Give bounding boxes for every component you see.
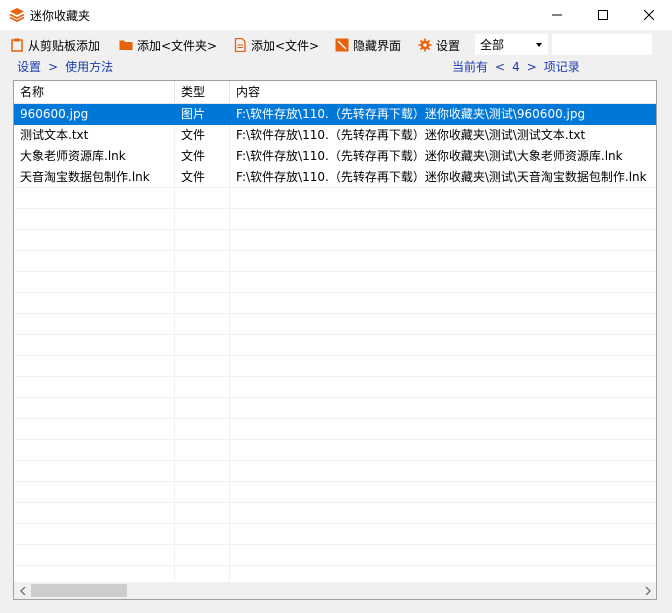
file-icon: [234, 38, 246, 52]
paste-label: 从剪贴板添加: [28, 38, 101, 53]
scroll-left-button[interactable]: [14, 582, 31, 599]
scrollbar-thumb[interactable]: [31, 584, 127, 597]
window-title: 迷你收藏夹: [30, 9, 91, 23]
row-gridline: [14, 208, 656, 209]
search-input[interactable]: [552, 34, 652, 55]
cell-type: 文件: [181, 128, 206, 142]
cell-type: 图片: [181, 107, 206, 121]
row-gridline: [14, 376, 656, 377]
horizontal-scrollbar[interactable]: [14, 582, 656, 599]
row-gridline: [14, 460, 656, 461]
breadcrumb: 设置 > 使用方法: [17, 58, 113, 75]
list-header: 名称 类型 内容: [14, 81, 656, 104]
settings-label: 设置: [436, 38, 461, 53]
list-row[interactable]: 测试文本.txt 文件 F:\软件存放\110.（先转存再下载）迷你收藏夹\测试…: [14, 125, 656, 146]
minimize-button[interactable]: [534, 0, 580, 30]
row-gridline: [14, 544, 656, 545]
prev-page-button[interactable]: <: [495, 60, 505, 74]
column-header-content[interactable]: 内容: [230, 81, 656, 103]
close-icon: [644, 10, 654, 20]
row-gridline: [14, 292, 656, 293]
add-file-button[interactable]: 添加<文件>: [233, 35, 319, 55]
filter-select[interactable]: 全部: [475, 34, 548, 55]
hide-label: 隐藏界面: [353, 38, 402, 53]
cell-type: 文件: [181, 170, 206, 184]
cell-content: F:\软件存放\110.（先转存再下载）迷你收藏夹\测试\960600.jpg: [236, 107, 586, 121]
close-button[interactable]: [626, 0, 672, 30]
row-gridline: [14, 313, 656, 314]
title-bar: 迷你收藏夹: [0, 0, 672, 30]
cell-content: F:\软件存放\110.（先转存再下载）迷你收藏夹\测试\测试文本.txt: [236, 128, 586, 142]
cell-content: F:\软件存放\110.（先转存再下载）迷你收藏夹\测试\大象老师资源库.lnk: [236, 149, 623, 163]
cell-name: 天音淘宝数据包制作.lnk: [20, 170, 150, 184]
maximize-button[interactable]: [580, 0, 626, 30]
next-page-button[interactable]: >: [527, 60, 537, 74]
chevron-right-icon: [645, 586, 651, 595]
row-gridline: [14, 250, 656, 251]
column-header-name[interactable]: 名称: [14, 81, 175, 103]
row-gridline: [14, 439, 656, 440]
row-gridline: [14, 481, 656, 482]
pager-prefix: 当前有: [452, 60, 489, 74]
hide-interface-button[interactable]: 隐藏界面: [335, 35, 401, 55]
row-gridline: [14, 523, 656, 524]
row-gridline: [14, 418, 656, 419]
cell-name: 测试文本.txt: [20, 128, 89, 142]
settings-link[interactable]: 设置: [17, 58, 41, 75]
cell-type: 文件: [181, 149, 206, 163]
folder-icon: [119, 40, 133, 50]
add-file-label: 添加<文件>: [251, 38, 320, 53]
list-row[interactable]: 天音淘宝数据包制作.lnk 文件 F:\软件存放\110.（先转存再下载）迷你收…: [14, 167, 656, 188]
settings-button[interactable]: 设置: [418, 35, 460, 55]
row-gridline: [14, 502, 656, 503]
chevron-left-icon: [19, 586, 25, 595]
list-row[interactable]: 960600.jpg 图片 F:\软件存放\110.（先转存再下载）迷你收藏夹\…: [14, 104, 656, 125]
row-gridline: [14, 229, 656, 230]
row-gridline: [14, 355, 656, 356]
column-header-type[interactable]: 类型: [175, 81, 230, 103]
pager-suffix: 项记录: [543, 60, 580, 74]
usage-link[interactable]: 使用方法: [65, 58, 113, 75]
filter-value: 全部: [480, 38, 505, 52]
file-list[interactable]: 名称 类型 内容 960600.jpg 图片 F:\软件存放\110.（先转存再…: [13, 80, 657, 600]
row-gridline: [14, 271, 656, 272]
cell-name: 960600.jpg: [20, 107, 89, 121]
maximize-icon: [598, 10, 608, 20]
scroll-right-button[interactable]: [639, 582, 656, 599]
row-gridline: [14, 334, 656, 335]
row-gridline: [14, 565, 656, 566]
row-gridline: [14, 397, 656, 398]
breadcrumb-separator: >: [48, 59, 59, 74]
list-row[interactable]: 大象老师资源库.lnk 文件 F:\软件存放\110.（先转存再下载）迷你收藏夹…: [14, 146, 656, 167]
cell-content: F:\软件存放\110.（先转存再下载）迷你收藏夹\测试\天音淘宝数据包制作.l…: [236, 170, 647, 184]
chevron-down-icon: [536, 43, 542, 47]
pager: 当前有 < 4 > 项记录: [452, 58, 580, 75]
hide-icon: [335, 38, 349, 52]
clipboard-icon: [11, 38, 23, 52]
record-count: 4: [512, 59, 520, 74]
stack-icon: [9, 8, 25, 23]
add-folder-button[interactable]: 添加<文件夹>: [119, 35, 217, 55]
cell-name: 大象老师资源库.lnk: [20, 149, 126, 163]
add-folder-label: 添加<文件夹>: [137, 38, 218, 53]
paste-from-clipboard-button[interactable]: 从剪贴板添加: [10, 35, 100, 55]
gear-icon: [418, 38, 432, 52]
minimize-icon: [552, 14, 562, 16]
